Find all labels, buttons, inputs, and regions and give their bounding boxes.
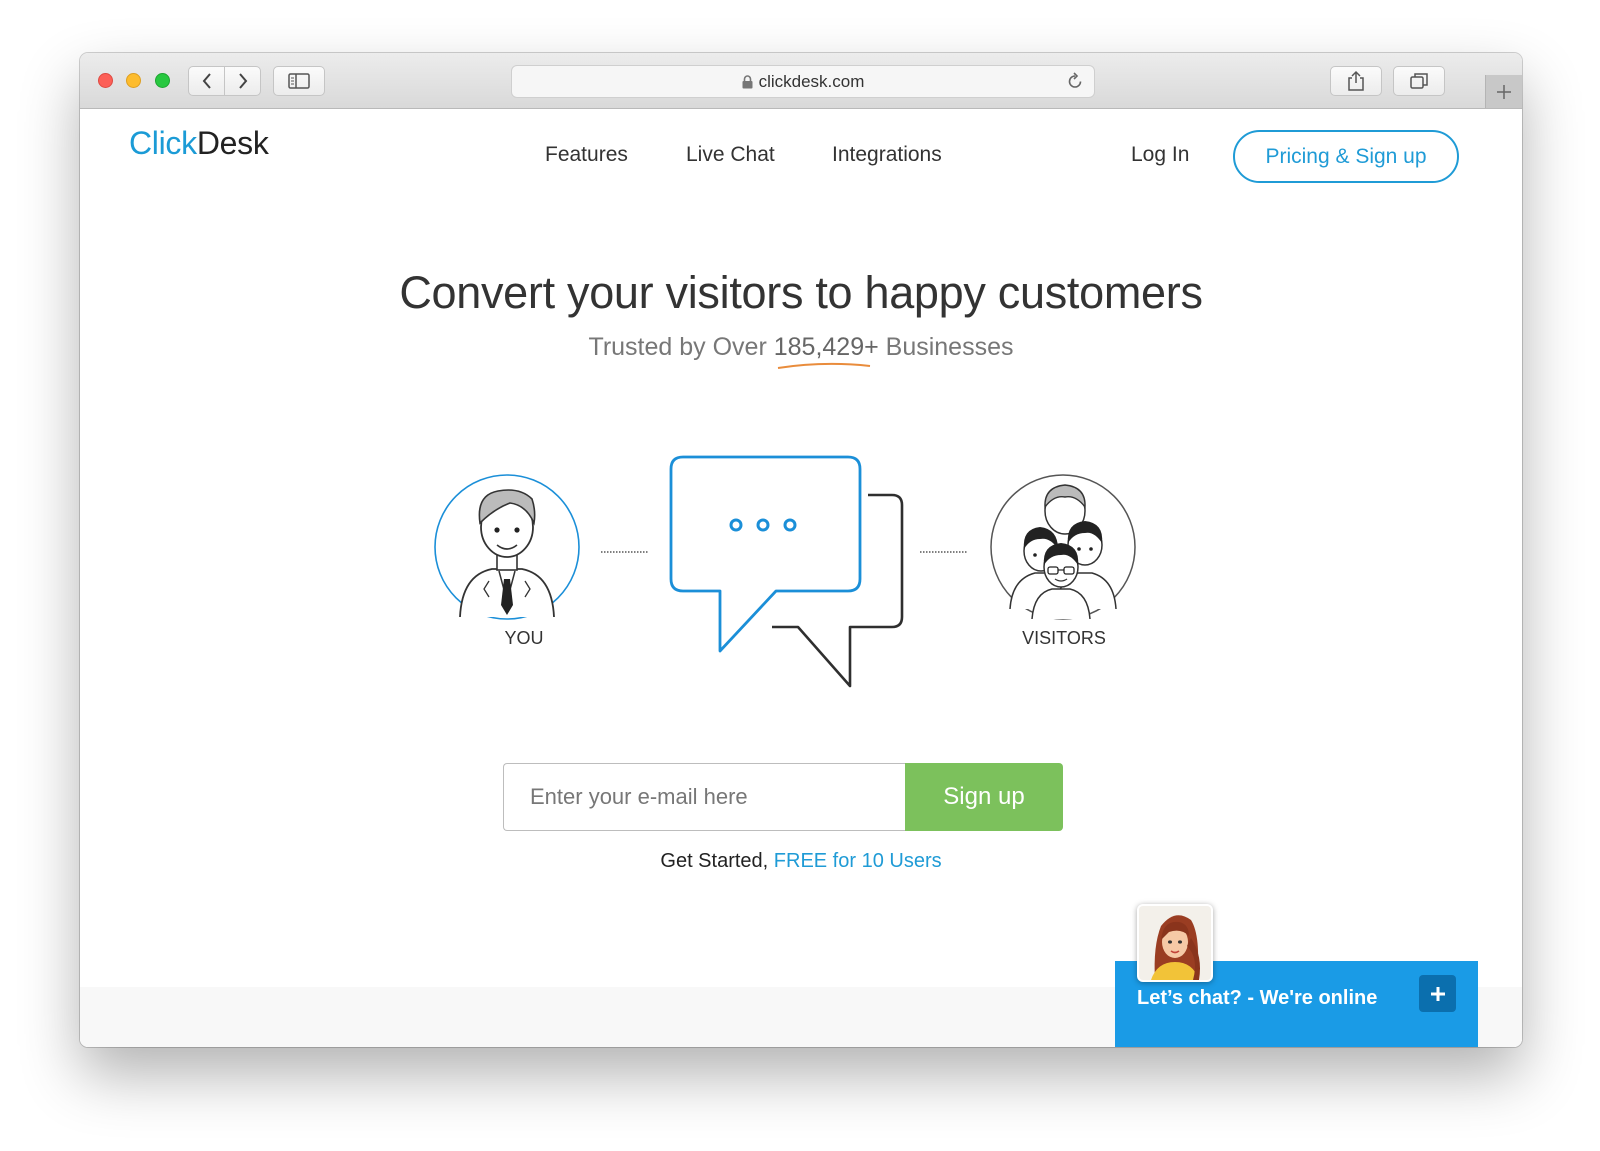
chat-widget-text[interactable]: Let’s chat? - We're online (1137, 987, 1377, 1010)
zoom-window-button[interactable] (155, 73, 170, 88)
forward-button[interactable] (224, 66, 261, 96)
get-started-text: Get Started, FREE for 10 Users (80, 850, 1522, 873)
sidebar-button[interactable] (273, 66, 325, 96)
signup-form: Sign up (503, 763, 1063, 831)
reload-icon[interactable] (1066, 71, 1084, 96)
chevron-left-icon (202, 73, 211, 89)
visitors-label: VISITORS (1022, 628, 1106, 648)
signup-button[interactable]: Sign up (905, 763, 1063, 831)
close-window-button[interactable] (98, 73, 113, 88)
chat-illustration (434, 455, 1136, 688)
address-bar[interactable]: clickdesk.com (511, 65, 1095, 98)
free-users-link[interactable]: FREE for 10 Users (774, 850, 942, 872)
chat-expand-button[interactable] (1419, 975, 1456, 1012)
minimize-window-button[interactable] (126, 73, 141, 88)
visitors-group-icon (990, 474, 1136, 620)
browser-toolbar: clickdesk.com (80, 53, 1522, 109)
you-avatar-icon (434, 474, 580, 620)
email-input[interactable] (503, 763, 905, 831)
new-tab-button[interactable] (1485, 75, 1522, 108)
back-button[interactable] (188, 66, 225, 96)
share-icon (1348, 70, 1364, 91)
share-button[interactable] (1330, 66, 1382, 96)
chat-agent-avatar[interactable] (1137, 904, 1213, 982)
tabs-button[interactable] (1393, 66, 1445, 96)
chevron-right-icon (238, 73, 247, 89)
tabs-icon (1410, 73, 1428, 89)
sidebar-icon (288, 73, 310, 89)
you-label: YOU (504, 628, 544, 648)
get-started-prefix: Get Started, (660, 850, 774, 872)
page-content: ClickDesk Features Live Chat Integration… (80, 109, 1522, 1047)
lock-icon (742, 74, 753, 89)
plus-icon (1497, 84, 1511, 99)
agent-avatar-icon (1139, 906, 1211, 980)
plus-icon (1430, 986, 1445, 1001)
browser-window: clickdesk.com ClickDesk Features Live Ch… (80, 53, 1522, 1047)
url-text: clickdesk.com (758, 71, 865, 91)
